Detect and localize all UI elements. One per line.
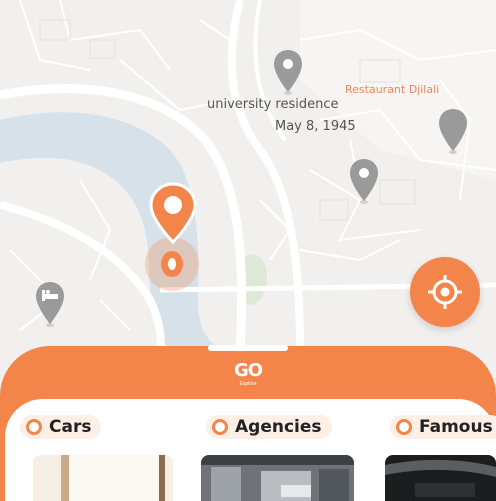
agency-card-image[interactable] [201, 455, 354, 501]
locate-me-button[interactable] [410, 257, 480, 327]
famous-card-image[interactable] [385, 455, 496, 501]
gray-location-pin-icon[interactable] [272, 48, 304, 96]
car-photo [33, 455, 173, 501]
radio-ring-icon [26, 419, 42, 435]
logo-subtitle: Explore [239, 381, 257, 387]
sheet-drag-handle[interactable] [208, 345, 288, 351]
category-chip-agencies[interactable]: Agencies [206, 415, 332, 439]
restaurant-label: Restaurant Djilali [345, 83, 440, 96]
famous-photo [385, 455, 496, 501]
category-label: Agencies [235, 417, 322, 437]
map-place-label: university residence [207, 97, 339, 112]
orange-location-pin-icon[interactable] [143, 182, 203, 302]
category-chip-cars[interactable]: Cars [20, 415, 102, 439]
agency-photo [201, 455, 354, 501]
radio-ring-icon [212, 419, 228, 435]
category-label: Cars [49, 417, 92, 437]
logo-mark: GO [233, 360, 263, 381]
map-place-date: May 8, 1945 [275, 119, 356, 134]
category-label: Famous [419, 417, 493, 437]
bed-pin-icon[interactable] [34, 280, 66, 328]
category-chip-famous[interactable]: Famous [390, 415, 496, 439]
gray-location-pin-icon[interactable] [348, 157, 380, 205]
app-logo: GO Explore [228, 362, 268, 392]
car-card-image[interactable] [33, 455, 173, 501]
gray-location-pin-icon[interactable] [437, 107, 469, 155]
radio-ring-icon [396, 419, 412, 435]
crosshair-target-icon [428, 275, 462, 309]
app-screen: university residence May 8, 1945 Restaur… [0, 0, 496, 501]
